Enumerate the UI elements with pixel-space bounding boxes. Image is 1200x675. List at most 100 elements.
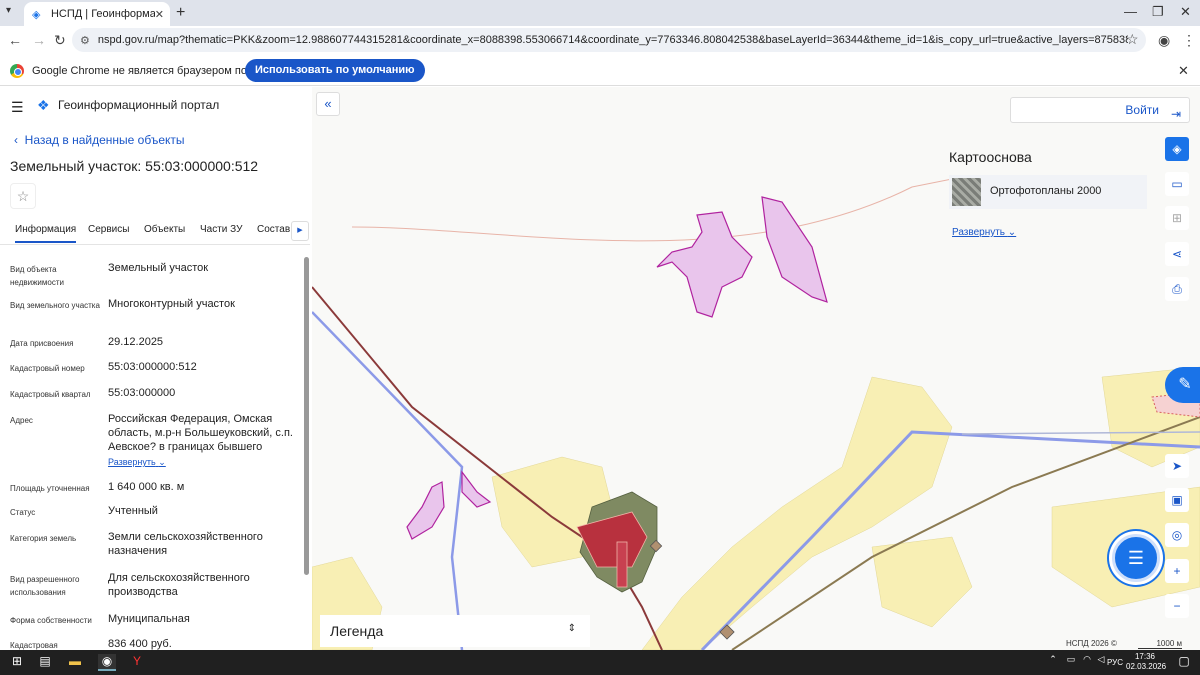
selected-parcel	[616, 541, 628, 588]
area-measure-icon[interactable]: ⊞	[1165, 206, 1189, 230]
chevron-left-icon: ‹	[14, 133, 18, 147]
panel-scrollbar[interactable]	[304, 257, 309, 575]
close-tab-icon[interactable]: ✕	[155, 8, 164, 21]
boundary-line	[351, 176, 963, 242]
login-label: Войти	[1125, 103, 1159, 117]
clock-time: 17:36	[1134, 652, 1156, 661]
browser-toolbar: ← → ↻ ⚙ nspd.gov.ru/map?thematic=PKK&zoo…	[0, 26, 1200, 54]
favorite-star-icon[interactable]: ☆	[10, 183, 36, 209]
expand-address-link[interactable]: Развернуть ⌄	[108, 457, 166, 468]
expand-label: Развернуть	[108, 457, 156, 467]
location-icon[interactable]: ◎	[1165, 523, 1189, 547]
window-close-icon[interactable]: ✕	[1180, 4, 1191, 20]
chrome-taskbar-icon[interactable]: ◉	[98, 654, 116, 671]
parcel-contour	[406, 481, 445, 540]
portal-name: Геоинформационный портал	[58, 98, 220, 112]
legend-title: Легенда	[330, 623, 384, 639]
zoom-in-icon[interactable]: +	[1165, 559, 1189, 583]
tab-composition[interactable]: Состав	[257, 224, 290, 235]
address-bar[interactable]: ⚙ nspd.gov.ru/map?thematic=PKK&zoom=12.9…	[72, 28, 1146, 52]
tabs-scroll-right-icon[interactable]: ▶	[291, 221, 309, 241]
new-tab-icon[interactable]: +	[176, 4, 185, 22]
copyright-text: НСПД 2026 ©	[1066, 639, 1117, 648]
expand-label: Развернуть	[952, 227, 1006, 238]
default-browser-infobar: Google Chrome не является браузером по у…	[0, 56, 1200, 86]
set-default-button[interactable]: Использовать по умолчанию	[245, 59, 425, 82]
notifications-icon[interactable]: ▢	[1175, 654, 1193, 671]
field-label: Кадастровый номер	[10, 364, 85, 373]
browser-tab[interactable]: ◈ НСПД | Геоинформационный ✕	[24, 2, 170, 26]
chevron-down-icon: ⌄	[1007, 227, 1017, 238]
basemap-name: Ортофотопланы 2000	[990, 185, 1102, 197]
menu-dots-icon[interactable]: ⋮	[1182, 32, 1196, 49]
clock[interactable]: 17:36 02.03.2026	[1126, 652, 1167, 672]
field-value: Земельный участок	[108, 262, 209, 274]
field-label: Кадастровый квартал	[10, 390, 91, 399]
field-value: Муниципальная	[108, 613, 190, 625]
clock-date: 02.03.2026	[1126, 662, 1167, 671]
minimize-icon[interactable]: —	[1124, 4, 1137, 19]
field-value[interactable]: 55:03:000000:512	[108, 360, 298, 374]
infobar-close-icon[interactable]: ✕	[1178, 63, 1189, 79]
field-label: Статус	[10, 508, 36, 517]
tray-chevron-icon[interactable]: ⌃	[1044, 654, 1062, 671]
field-value: Земли сельскохозяйственного назначения	[108, 531, 263, 557]
parcel-contour	[656, 211, 753, 318]
field-value: Российская Федерация, Омская область, м.…	[108, 413, 293, 453]
field-value: 29.12.2025	[108, 336, 164, 348]
field-value: 836 400 руб.	[108, 638, 172, 650]
layers-icon[interactable]: ◈	[1165, 137, 1189, 161]
field-label: Форма собственности	[10, 616, 92, 625]
yandex-browser-icon[interactable]: Y	[128, 654, 146, 671]
maximize-icon[interactable]: ❐	[1152, 4, 1164, 20]
print-icon[interactable]: ⎙	[1165, 277, 1189, 301]
back-to-results-link[interactable]: ‹ Назад в найденные объекты	[14, 133, 185, 147]
basemap-option[interactable]: Ортофотопланы 2000	[949, 175, 1147, 209]
file-explorer-icon[interactable]: ▬	[66, 654, 84, 671]
field-value: Многоконтурный участок	[108, 298, 235, 310]
support-chat-icon[interactable]: ✎	[1165, 367, 1200, 403]
basemap-panel: Картооснова Ортофотопланы 2000 Развернут…	[937, 139, 1147, 243]
login-button[interactable]: Войти ⇥	[1010, 97, 1190, 123]
tab-parts[interactable]: Части ЗУ	[200, 224, 242, 235]
field-label: Площадь уточненная	[10, 484, 90, 493]
field-value[interactable]: 55:03:000000	[108, 386, 298, 400]
expand-basemaps-link[interactable]: Развернуть ⌄	[952, 227, 1016, 238]
basemap-title: Картооснова	[949, 149, 1032, 165]
chrome-logo-icon	[10, 64, 24, 78]
legend-panel[interactable]: Легенда ⇕	[320, 615, 590, 647]
tab-list-icon[interactable]: ▾	[6, 5, 11, 16]
tab-services[interactable]: Сервисы	[88, 224, 129, 235]
share-icon[interactable]: ⋖	[1165, 242, 1189, 266]
field-label: Вид объекта недвижимости	[10, 265, 64, 287]
parcel-contour	[461, 470, 492, 508]
field-label: Категория земель	[10, 534, 77, 543]
site-info-icon[interactable]: ⚙	[80, 34, 90, 47]
object-tabs: Информация Сервисы Объекты Части ЗУ Сост…	[0, 219, 310, 245]
bookmark-star-icon[interactable]: ☆	[1126, 31, 1139, 48]
back-icon[interactable]: ←	[8, 32, 22, 48]
profile-icon[interactable]: ◉	[1158, 32, 1170, 49]
windows-start-icon[interactable]: ⊞	[8, 654, 26, 671]
field-address: Адрес Российская Федерация, Омская облас…	[10, 412, 300, 454]
collapse-panel-button[interactable]: «	[316, 92, 340, 116]
reload-icon[interactable]: ↻	[54, 32, 66, 49]
field-label: Вид земельного участка	[10, 301, 100, 310]
task-view-icon[interactable]: ▤	[36, 654, 54, 671]
hamburger-menu-icon[interactable]: ☰	[11, 99, 24, 116]
zoom-out-icon[interactable]: −	[1165, 594, 1189, 618]
ruler-icon[interactable]: ▭	[1165, 172, 1189, 196]
forward-icon[interactable]: →	[32, 32, 46, 48]
field-label: Дата присвоения	[10, 339, 74, 348]
language-indicator[interactable]: РУС	[1107, 658, 1123, 667]
map-canvas[interactable]: « Войти ⇥ Картооснова Ортофотопланы 2000…	[312, 87, 1200, 650]
tab-objects[interactable]: Объекты	[144, 224, 185, 235]
app-root: ☰ ❖ Геоинформационный портал ‹ Назад в н…	[0, 87, 1200, 650]
navigate-icon[interactable]: ➤	[1165, 454, 1189, 478]
tab-information[interactable]: Информация	[15, 224, 77, 243]
assistant-chat-icon[interactable]: ☰	[1112, 534, 1160, 582]
portal-logo-icon: ❖	[37, 97, 50, 113]
field-label: Вид разрешенного использования	[10, 575, 80, 597]
screen-icon[interactable]: ▣	[1165, 488, 1189, 512]
chevron-down-icon: ⌄	[158, 457, 166, 467]
